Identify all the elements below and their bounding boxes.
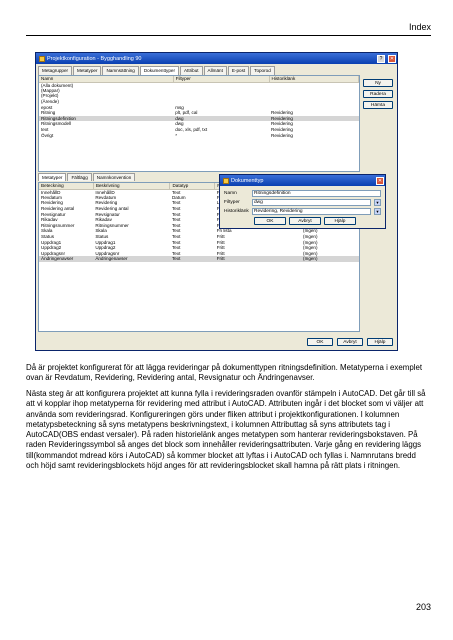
side-buttons: Ny Radera Hämta [363, 79, 393, 109]
table-cell: Fritt [214, 256, 301, 262]
table-cell: Övrigt [41, 132, 54, 138]
new-button[interactable]: Ny [363, 79, 393, 87]
tab-namnsattning[interactable]: Namnsättning [102, 66, 139, 75]
tab-epost[interactable]: E-post [227, 66, 250, 75]
ok-button[interactable]: OK [307, 338, 333, 346]
filetypes-label: Filtyper [224, 200, 240, 205]
tab-lower-namnkonvention[interactable]: Namnkonvention [92, 173, 136, 181]
sub-help-button[interactable]: Hjälp [324, 217, 356, 225]
app-icon [39, 55, 45, 62]
lower-tabs: Metatyper Fältlägg Namnkonvention [38, 173, 136, 181]
tab-lower-faltlagg[interactable]: Fältlägg [67, 173, 92, 181]
table-cell: * [175, 132, 177, 138]
cancel-button[interactable]: Avbryt [337, 338, 363, 346]
doctype-list: Namn Filtyper Historiklänk (Alla dokumen… [38, 75, 360, 172]
tab-dokumenttyper[interactable]: Dokumenttyper [139, 66, 179, 75]
tab-lower-metatyper[interactable]: Metatyper [38, 173, 67, 181]
subdialog-icon [223, 177, 229, 184]
sub-ok-button[interactable]: OK [254, 217, 286, 225]
help-button[interactable]: Hjälp [367, 338, 393, 346]
dialog-titlebar: Projektkonfiguration - Bygghandling 90 ?… [36, 53, 397, 64]
history-row: Historiklänk Revidering, Revidering ▼ [224, 207, 381, 216]
chevron-down-icon[interactable]: ▼ [374, 199, 381, 206]
filetypes-row: Filtyper dwg ▼ [224, 198, 381, 207]
name-row: Namn Ritningsdefinition [224, 189, 381, 198]
filetypes-field[interactable]: dwg [252, 199, 371, 206]
dialog-tabs: Metagrupper Metatyper Namnsättning Dokum… [38, 66, 395, 75]
subdialog-form: Namn Ritningsdefinition Filtyper dwg ▼ H… [220, 186, 385, 219]
table-cell: Ändringenavser [39, 256, 94, 262]
table-cell: (Ingen) [300, 256, 359, 262]
doctype-table: Namn Filtyper Historiklänk (Alla dokumen… [39, 76, 360, 138]
page-number: 203 [415, 602, 431, 612]
table-cell: Ändringenavser [93, 256, 170, 262]
body-paragraph-2: Nästa steg är att konfigurera projektet … [26, 389, 426, 471]
history-select[interactable]: Revidering, Revidering [252, 208, 371, 215]
close-icon[interactable]: ✕ [388, 54, 396, 63]
subdialog-buttons: OK Avbryt Hjälp [254, 217, 356, 225]
tab-metagrupper[interactable]: Metagrupper [38, 66, 73, 75]
page-header-title: Index [408, 22, 431, 32]
tab-attribut[interactable]: Attribut [179, 66, 203, 75]
table-row[interactable]: Övrigt * Revidering [39, 132, 359, 138]
tab-allmant[interactable]: Allmänt [203, 66, 227, 75]
table-cell: Text [169, 256, 215, 262]
tab-toporod[interactable]: Toporod [250, 66, 275, 75]
subdialog-titlebar: Dokumenttyp ✕ [220, 175, 385, 186]
table-cell: Revidering [271, 132, 293, 138]
table-row[interactable]: Ändringenavser Ändringenavser Text Fritt (In… [39, 256, 359, 262]
doctype-subdialog: Dokumenttyp ✕ Namn Ritningsdefinition Fi… [219, 174, 386, 229]
subdialog-close-icon[interactable]: ✕ [376, 176, 384, 185]
sub-cancel-button[interactable]: Avbryt [289, 217, 321, 225]
dialog-buttons: OK Avbryt Hjälp [307, 338, 393, 346]
name-label: Namn [224, 191, 237, 196]
fetch-button[interactable]: Hämta [363, 101, 393, 109]
subdialog-title: Dokumenttyp [231, 177, 264, 184]
header-rule [26, 35, 431, 36]
delete-button[interactable]: Radera [363, 90, 393, 98]
help-icon[interactable]: ? [377, 54, 385, 63]
tab-metatyper[interactable]: Metatyper [73, 66, 102, 75]
name-field[interactable]: Ritningsdefinition [252, 190, 381, 197]
body-paragraph-1: Då är projektet konfigurerat för att läg… [26, 363, 423, 383]
chevron-down-icon[interactable]: ▼ [374, 208, 381, 215]
history-label: Historiklänk [224, 209, 249, 214]
dialog-title: Projektkonfiguration - Bygghandling 90 [47, 55, 142, 62]
